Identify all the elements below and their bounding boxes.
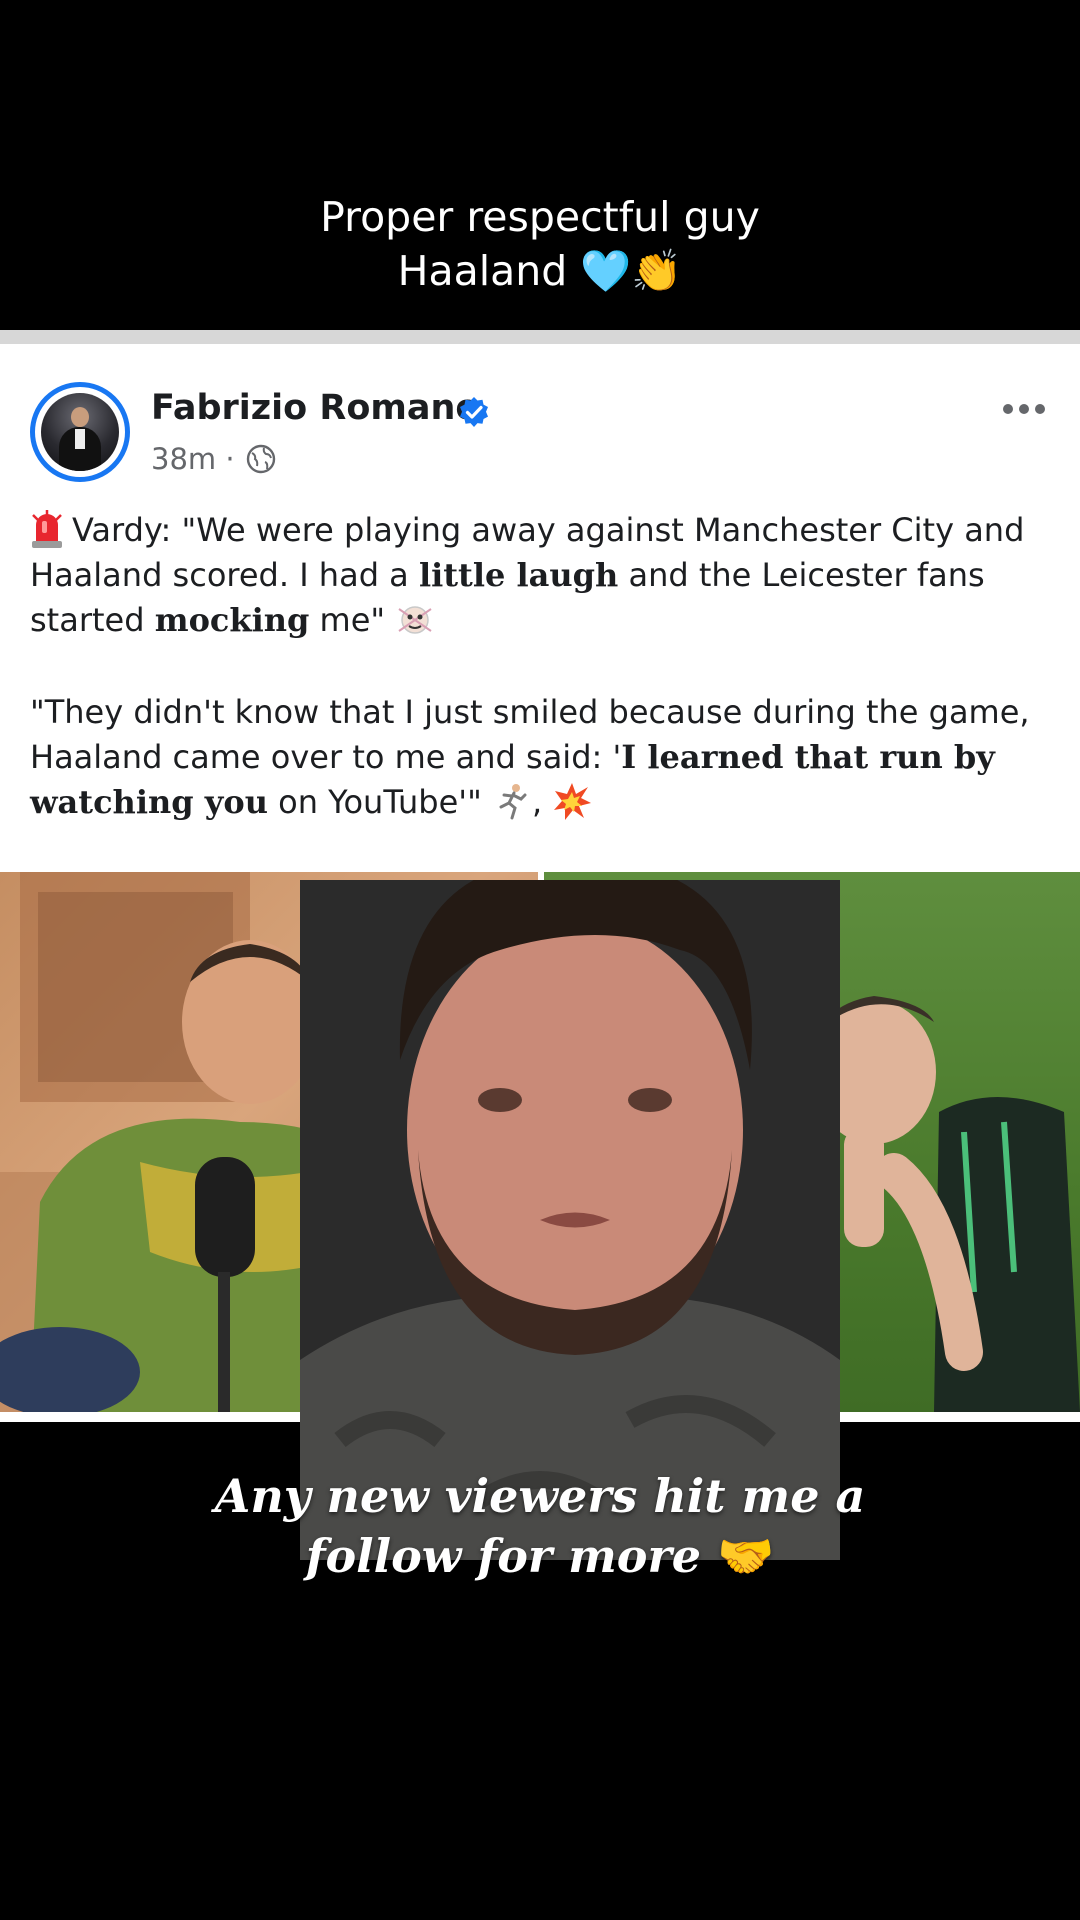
- avatar-shirt: [75, 429, 85, 449]
- verified-badge-icon: [460, 397, 488, 427]
- more-options-icon[interactable]: [1002, 402, 1046, 416]
- avatar-face: [71, 407, 89, 427]
- siren-emoji-icon: [32, 510, 62, 548]
- caption-line-2: Haaland 🩵👏: [0, 244, 1080, 298]
- caption-text: follow for more: [305, 1529, 701, 1583]
- caption-line-2: follow for more 🤝: [0, 1526, 1080, 1586]
- post-text: on YouTube'": [267, 783, 482, 821]
- avatar-photo: [41, 393, 119, 471]
- post-text: me": [309, 601, 386, 639]
- caption-line-1: Any new viewers hit me a: [214, 1469, 866, 1523]
- meta-separator: ·: [225, 442, 235, 476]
- author-avatar[interactable]: [30, 382, 130, 482]
- collision-emoji-icon: [554, 783, 592, 820]
- creator-webcam: [300, 880, 840, 1560]
- post-paragraph-2: "They didn't know that I just smiled bec…: [30, 693, 1030, 821]
- post-paragraph-1: Vardy: "We were playing away against Man…: [30, 508, 1060, 643]
- video-caption-bottom: Any new viewers hit me a follow for more…: [0, 1466, 1080, 1586]
- running-emoji-icon: [499, 784, 527, 820]
- post-meta: 38m ·: [151, 442, 235, 476]
- post-time: 38m: [151, 442, 217, 476]
- creator-face: [300, 880, 840, 1560]
- crazy-face-emoji-icon: [398, 606, 432, 634]
- bold-text: mocking: [154, 601, 310, 639]
- video-caption-top: Proper respectful guy Haaland 🩵👏: [0, 190, 1080, 298]
- caption-word: Haaland: [397, 247, 568, 295]
- divider: [0, 330, 1080, 344]
- clap-emoji-icon: 👏: [631, 247, 683, 295]
- bold-text: little laugh: [418, 556, 619, 594]
- caption-line-1: Proper respectful guy: [320, 193, 760, 241]
- globe-icon: [246, 444, 276, 474]
- heart-emoji-icon: 🩵: [580, 247, 632, 295]
- post-body: Vardy: "We were playing away against Man…: [30, 508, 1060, 825]
- author-name[interactable]: Fabrizio Romano: [151, 388, 479, 428]
- handshake-emoji-icon: 🤝: [717, 1529, 775, 1583]
